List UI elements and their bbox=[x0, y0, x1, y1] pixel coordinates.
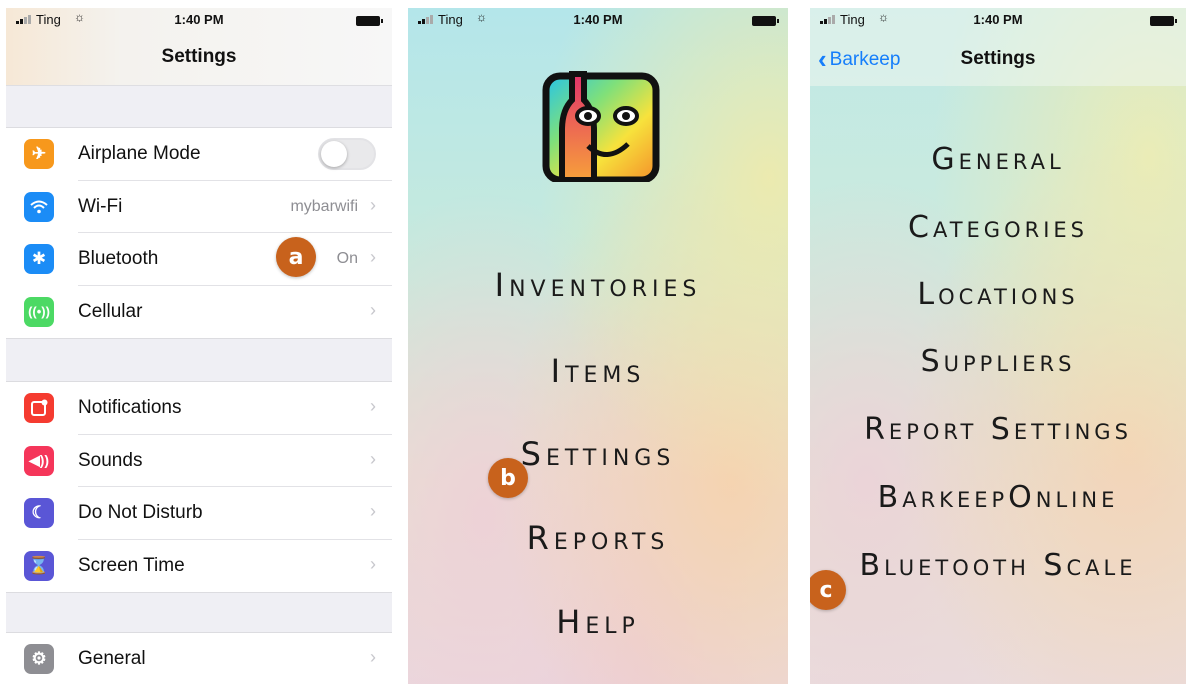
callout-badge-a: a bbox=[276, 237, 316, 277]
settings-group-general: ⚙ General › bbox=[6, 632, 392, 684]
row-label: Screen Time bbox=[78, 554, 185, 576]
screen-time-row[interactable]: ⌛ Screen Time › bbox=[6, 540, 392, 593]
settings-group-notifications: Notifications › ◀)) Sounds › ☾ Do Not Di… bbox=[6, 381, 392, 594]
navigation-bar: Ting ☼ 1:40 PM Settings bbox=[6, 8, 392, 86]
row-label: General bbox=[78, 648, 146, 669]
status-bar: Ting ☼ 1:40 PM bbox=[810, 8, 1186, 34]
battery-icon bbox=[356, 16, 383, 26]
menu-settings[interactable]: Settings bbox=[408, 435, 788, 473]
notifications-icon bbox=[24, 393, 54, 423]
menu-suppliers[interactable]: Suppliers bbox=[810, 344, 1186, 379]
menu-general[interactable]: General bbox=[810, 142, 1186, 177]
wifi-row[interactable]: Wi-Fi mybarwifi › bbox=[6, 181, 392, 234]
menu-bluetooth-scale[interactable]: Bluetooth Scale bbox=[810, 548, 1186, 583]
row-label: Wi-Fi bbox=[78, 195, 123, 217]
general-row[interactable]: ⚙ General › bbox=[6, 633, 392, 684]
wifi-network-value: mybarwifi bbox=[290, 197, 358, 215]
notifications-row[interactable]: Notifications › bbox=[6, 382, 392, 435]
menu-categories[interactable]: Categories bbox=[810, 210, 1186, 245]
row-label: Airplane Mode bbox=[78, 143, 201, 164]
bluetooth-row[interactable]: ✱ Bluetooth On › bbox=[6, 233, 392, 286]
chevron-right-icon: › bbox=[370, 299, 376, 320]
row-label: Notifications bbox=[78, 397, 182, 418]
barkeep-settings-screen: Ting ☼ 1:40 PM ‹ Barkeep Settings General… bbox=[810, 8, 1186, 684]
battery-icon bbox=[752, 16, 779, 26]
clock: 1:40 PM bbox=[573, 12, 623, 27]
page-title: Settings bbox=[960, 48, 1036, 69]
chevron-right-icon: › bbox=[370, 553, 376, 574]
ios-settings-screen: Ting ☼ 1:40 PM Settings ✈ Airplane Mode … bbox=[6, 8, 392, 684]
menu-items[interactable]: Items bbox=[408, 352, 788, 390]
chevron-right-icon: › bbox=[370, 501, 376, 522]
clock: 1:40 PM bbox=[174, 12, 224, 27]
moon-icon: ☾ bbox=[24, 498, 54, 529]
status-bar: Ting ☼ 1:40 PM bbox=[408, 8, 788, 34]
status-bar: Ting ☼ 1:40 PM bbox=[6, 8, 392, 34]
chevron-right-icon: › bbox=[370, 194, 376, 215]
barkeep-logo bbox=[542, 71, 660, 182]
wifi-icon bbox=[24, 191, 54, 222]
airplane-mode-row[interactable]: ✈ Airplane Mode bbox=[6, 128, 392, 181]
settings-group-connectivity: ✈ Airplane Mode Wi-Fi mybarwifi › ✱ Blue… bbox=[6, 127, 392, 340]
chevron-right-icon: › bbox=[370, 396, 376, 416]
chevron-right-icon: › bbox=[370, 647, 376, 667]
menu-reports[interactable]: Reports bbox=[408, 519, 788, 557]
row-label: Cellular bbox=[78, 300, 143, 322]
antenna-icon: ((•)) bbox=[24, 296, 54, 327]
row-label: Bluetooth bbox=[78, 248, 159, 270]
chevron-right-icon: › bbox=[370, 448, 376, 469]
menu-locations[interactable]: Locations bbox=[810, 277, 1186, 312]
menu-help[interactable]: Help bbox=[408, 603, 788, 641]
airplane-mode-toggle[interactable] bbox=[318, 138, 376, 170]
gear-icon: ⚙ bbox=[24, 644, 54, 674]
battery-icon bbox=[1150, 16, 1177, 26]
do-not-disturb-row[interactable]: ☾ Do Not Disturb › bbox=[6, 487, 392, 540]
clock: 1:40 PM bbox=[973, 12, 1023, 27]
menu-report-settings[interactable]: Report Settings bbox=[810, 412, 1186, 447]
sounds-row[interactable]: ◀)) Sounds › bbox=[6, 435, 392, 488]
row-label: Sounds bbox=[78, 449, 143, 471]
barkeep-home-screen: Ting ☼ 1:40 PM Inventories Items Setting… bbox=[408, 8, 788, 684]
bluetooth-status-value: On bbox=[336, 250, 358, 268]
navigation-bar: Ting ☼ 1:40 PM ‹ Barkeep Settings bbox=[810, 8, 1186, 86]
hourglass-icon: ⌛ bbox=[24, 550, 54, 581]
menu-inventories[interactable]: Inventories bbox=[408, 266, 788, 304]
speaker-icon: ◀)) bbox=[24, 445, 54, 476]
callout-badge-b: b bbox=[488, 458, 528, 498]
page-title: Settings bbox=[161, 46, 237, 67]
menu-barkeeponline[interactable]: BarkeepOnline bbox=[810, 480, 1186, 515]
bluetooth-icon: ✱ bbox=[24, 244, 54, 275]
airplane-icon: ✈ bbox=[24, 139, 54, 169]
chevron-right-icon: › bbox=[370, 247, 376, 268]
cellular-row[interactable]: ((•)) Cellular › bbox=[6, 286, 392, 339]
row-label: Do Not Disturb bbox=[78, 502, 203, 524]
toggle-knob bbox=[321, 141, 347, 167]
callout-badge-c: c bbox=[810, 570, 846, 610]
